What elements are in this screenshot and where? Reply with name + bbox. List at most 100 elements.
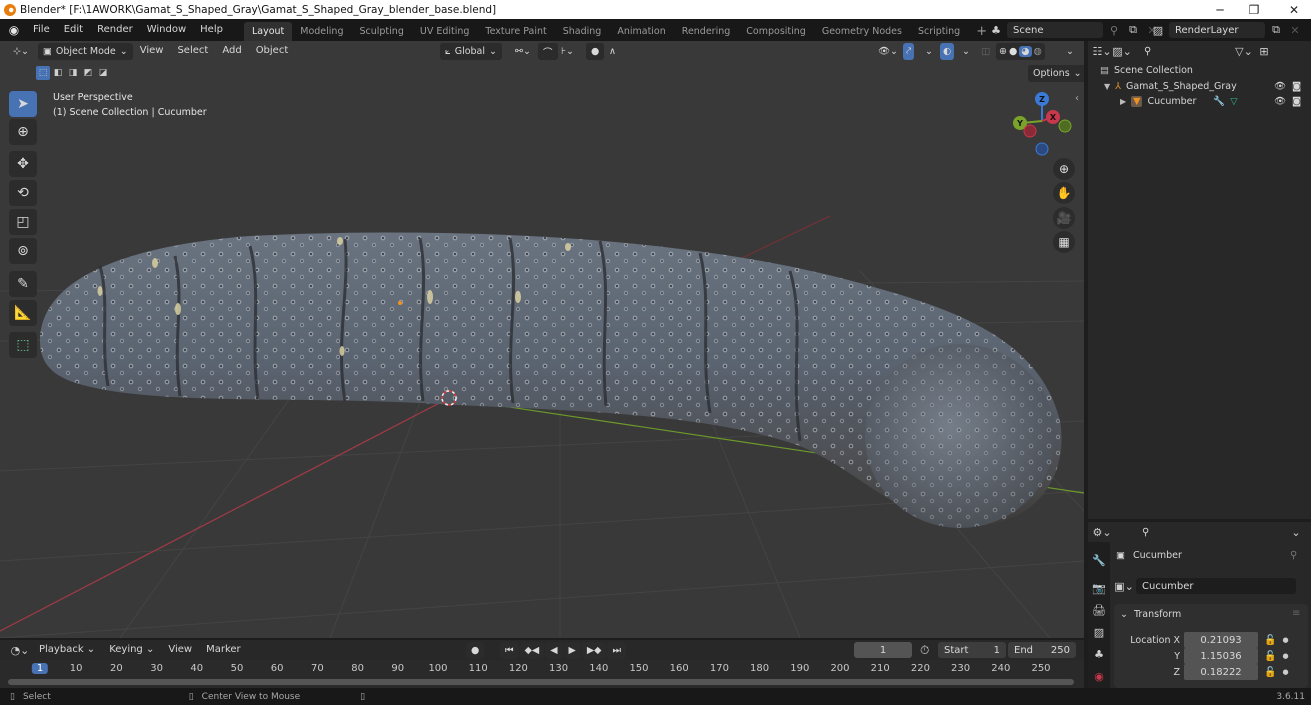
scale-tool[interactable]: ◰ [9, 209, 37, 235]
scene-icon[interactable]: ♣ [988, 22, 1004, 38]
material-preview-icon[interactable]: ◕ [1019, 46, 1032, 57]
overlays-toggle-icon[interactable]: ◐ [940, 43, 955, 60]
timeline-scrollbar[interactable] [8, 679, 1074, 685]
timeline-menu-marker[interactable]: Marker [199, 639, 248, 661]
gizmo-toggle-icon[interactable]: ⤤ [903, 43, 915, 60]
outliner-search-field[interactable]: ⚲ [1138, 43, 1218, 59]
modifier-wrench-icon[interactable]: 🔧 [1213, 96, 1225, 107]
play-icon[interactable]: ▶ [563, 642, 581, 659]
select-box-tool[interactable]: ➤ [9, 91, 37, 117]
lock-icon[interactable]: 🔓 [1264, 651, 1276, 662]
tab-compositing[interactable]: Compositing [738, 22, 814, 41]
gizmo-dropdown-icon[interactable]: ⌄ [920, 43, 938, 60]
transform-orientation-dropdown[interactable]: ⟀ Global ⌄ [440, 43, 502, 60]
solid-shading-icon[interactable]: ● [1009, 46, 1017, 57]
properties-search-field[interactable]: ⚲ [1136, 524, 1224, 540]
editor-type-icon[interactable]: ⊹⌄ [8, 43, 34, 60]
options-dropdown[interactable]: Options ⌄ [1028, 65, 1084, 82]
location-x-field[interactable]: 0.21093 [1184, 632, 1258, 648]
add-cube-tool[interactable]: ⬚ [9, 332, 37, 358]
transform-panel-header[interactable]: ⌄ Transform [1120, 609, 1181, 620]
tool-tab-icon[interactable]: 🔧 [1091, 552, 1107, 568]
gizmo-neg-x-axis[interactable] [1023, 124, 1037, 138]
wireframe-shading-icon[interactable]: ⊕ [999, 46, 1007, 57]
current-frame-field[interactable]: 1 [854, 642, 912, 658]
visibility-icon[interactable]: 👁⌄ [873, 43, 903, 60]
timeline-menu-view[interactable]: View [161, 639, 199, 661]
viewport-menu-view[interactable]: View [133, 41, 171, 62]
keyframe-dot-icon[interactable]: ● [1282, 636, 1288, 644]
viewport-menu-select[interactable]: Select [170, 41, 215, 62]
object-name-field[interactable]: Cucumber [1136, 578, 1296, 594]
keyframe-dot-icon[interactable]: ● [1282, 668, 1288, 676]
menu-edit[interactable]: Edit [57, 19, 90, 41]
tab-shading[interactable]: Shading [555, 22, 610, 41]
object-data-dropdown-icon[interactable]: ▣⌄ [1114, 578, 1134, 594]
menu-help[interactable]: Help [193, 19, 230, 41]
timeline-track[interactable]: 1 10 20 30 40 50 60 70 80 90 100 110 120 130 140 150 160… [0, 660, 1084, 688]
mode-dropdown[interactable]: ▣ Object Mode ⌄ [37, 42, 133, 60]
location-z-field[interactable]: 0.18222 [1184, 664, 1258, 680]
snap-target-icon[interactable]: ⊦⌄ [556, 43, 579, 60]
xray-toggle-icon[interactable]: ◫ [976, 43, 995, 60]
location-y-field[interactable]: 1.15036 [1184, 648, 1258, 664]
timeline-editor-type-icon[interactable]: ◔⌄ [8, 642, 32, 658]
gizmo-neg-z-axis[interactable] [1035, 142, 1049, 156]
new-collection-icon[interactable]: ⊞ [1256, 43, 1272, 59]
jump-to-next-keyframe-icon[interactable]: ▶◆ [581, 642, 607, 659]
pivot-point-icon[interactable]: ⚯⌄ [510, 43, 536, 60]
3d-viewport[interactable]: ⊹⌄ ▣ Object Mode ⌄ View Select Add Objec… [0, 41, 1084, 638]
properties-editor-type-icon[interactable]: ⚙⌄ [1092, 524, 1111, 540]
tab-uv-editing[interactable]: UV Editing [412, 22, 478, 41]
maximize-button[interactable]: ❐ [1237, 0, 1271, 19]
gizmo-neg-y-axis[interactable] [1058, 119, 1072, 133]
outliner-row-scene-collection[interactable]: ▤ Scene Collection [1100, 65, 1193, 76]
zoom-view-button[interactable]: ⊕ [1053, 158, 1075, 180]
camera-render-icon[interactable]: ◙ [1292, 81, 1301, 92]
output-tab-icon[interactable]: 🖨 [1091, 602, 1107, 618]
lock-icon[interactable]: 🔓 [1264, 667, 1276, 678]
start-frame-field[interactable]: Start 1 [938, 642, 1006, 658]
play-reverse-icon[interactable]: ◀ [545, 642, 563, 659]
new-scene-icon[interactable]: ⧉ [1125, 22, 1141, 38]
menu-window[interactable]: Window [140, 19, 193, 41]
viewport-menu-add[interactable]: Add [215, 41, 248, 62]
lock-icon[interactable]: 🔓 [1264, 635, 1276, 646]
transform-tool[interactable]: ⊚ [9, 238, 37, 264]
rendered-shading-icon[interactable]: ◍ [1034, 46, 1042, 57]
select-new-icon[interactable]: ⬚ [36, 66, 50, 80]
outliner-editor-type-icon[interactable]: ☷⌄ [1092, 43, 1111, 59]
tab-layout[interactable]: Layout [243, 22, 293, 41]
tab-modeling[interactable]: Modeling [292, 22, 351, 41]
outliner-row[interactable]: ▼ ⅄ Gamat_S_Shaped_Gray 👁 ◙ [1104, 81, 1309, 92]
view-layer-icon[interactable]: ▨ [1150, 22, 1166, 38]
drag-handle-icon[interactable]: ≡ [1292, 608, 1300, 619]
expand-arrow-icon[interactable]: ▼ [1104, 82, 1110, 91]
delete-view-layer-icon[interactable]: ✕ [1287, 22, 1303, 38]
blender-menu-icon[interactable]: ◉ [6, 22, 22, 38]
measure-tool[interactable]: 📐 [9, 300, 37, 326]
properties-options-icon[interactable]: ⌄ [1288, 524, 1304, 540]
view-layer-name-field[interactable]: RenderLayer [1169, 22, 1265, 38]
ortho-toggle-button[interactable]: ▦ [1053, 231, 1075, 253]
end-frame-field[interactable]: End 250 [1008, 642, 1076, 658]
menu-file[interactable]: File [26, 19, 57, 41]
tab-geometry-nodes[interactable]: Geometry Nodes [814, 22, 910, 41]
tab-sculpting[interactable]: Sculpting [351, 22, 411, 41]
scene-tab-icon[interactable]: ♣ [1091, 646, 1107, 662]
stopwatch-icon[interactable]: ⏱ [920, 643, 929, 658]
display-mode-icon[interactable]: ▨⌄ [1112, 43, 1132, 59]
overlays-dropdown-icon[interactable]: ⌄ [957, 43, 975, 60]
minimize-button[interactable]: ─ [1203, 0, 1237, 19]
timeline-menu-keying[interactable]: Keying ⌄ [102, 639, 161, 661]
select-subtract-icon[interactable]: ◨ [66, 66, 80, 80]
cursor-tool[interactable]: ⊕ [9, 119, 37, 145]
proportional-edit-icon[interactable]: ● [586, 43, 605, 60]
tab-texture-paint[interactable]: Texture Paint [477, 22, 554, 41]
eye-icon[interactable]: 👁 [1274, 81, 1286, 92]
timeline-menu-playback[interactable]: Playback ⌄ [32, 639, 102, 661]
navigation-gizmo[interactable]: Z Y X [1005, 89, 1080, 159]
camera-view-button[interactable]: 🎥 [1053, 207, 1075, 229]
eye-icon[interactable]: 👁 [1274, 96, 1286, 107]
rotate-tool[interactable]: ⟲ [9, 180, 37, 206]
